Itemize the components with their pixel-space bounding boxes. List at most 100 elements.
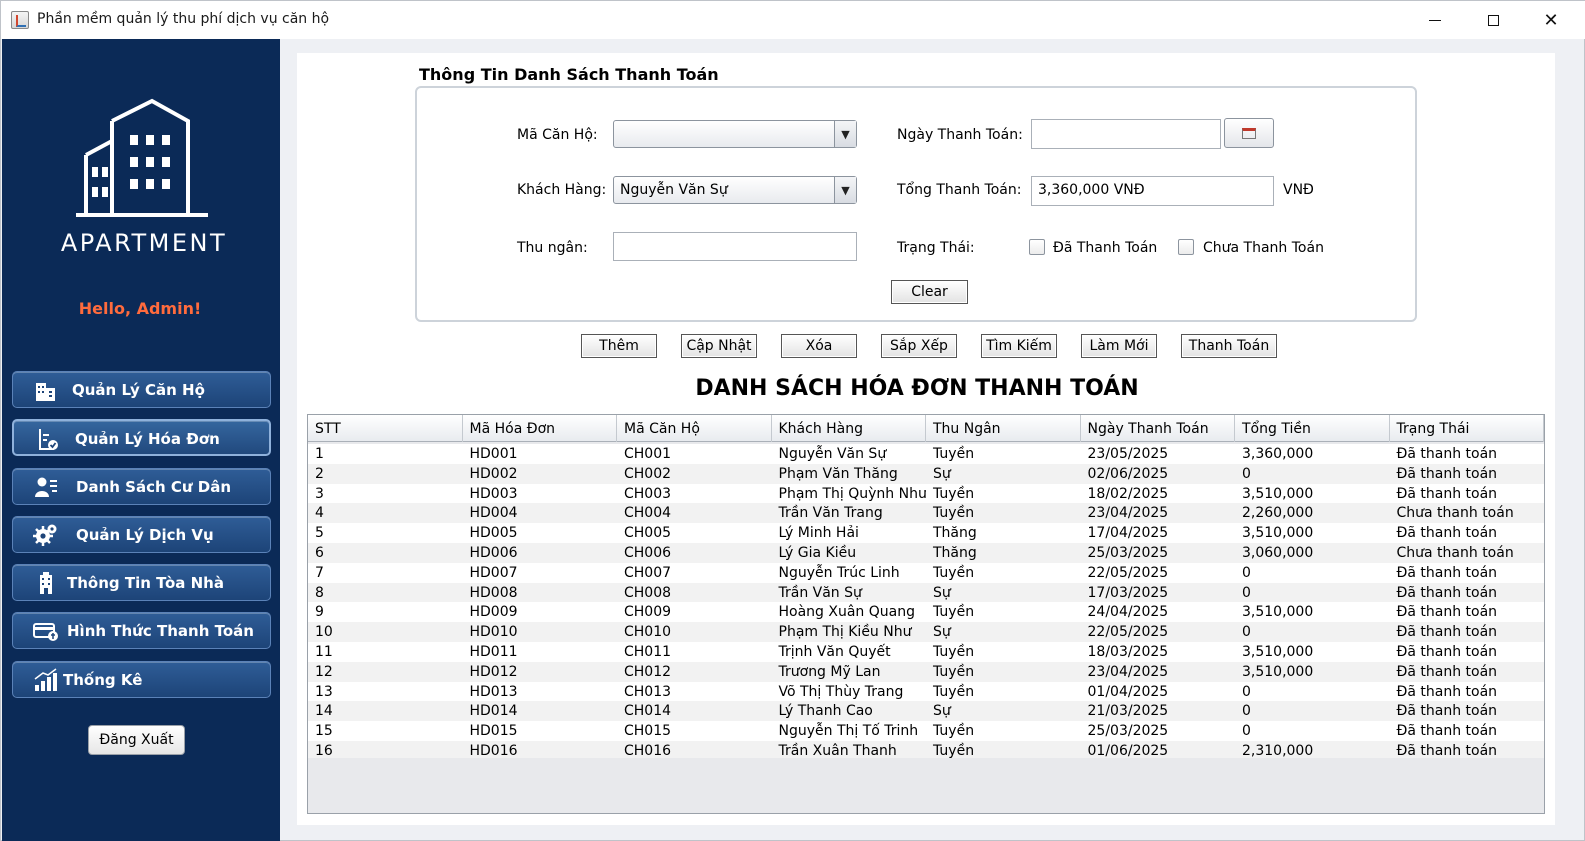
- table-cell: Tuyền: [933, 564, 975, 581]
- table-cell: HD015: [469, 723, 518, 740]
- table-row[interactable]: 12 HD012 CH012 Trương Mỹ Lan Tuyền 23/04/2025…: [308, 661, 1544, 682]
- tong-thanh-toan-input[interactable]: 3,360,000 VNĐ: [1031, 176, 1274, 206]
- ma-can-ho-combo[interactable]: ▼: [613, 120, 857, 148]
- chevron-down-icon: ▼: [834, 121, 856, 147]
- table-cell: HD007: [469, 564, 518, 581]
- table-cell: 01/06/2025: [1087, 742, 1169, 758]
- close-button[interactable]: ✕: [1527, 1, 1575, 39]
- table-cell: 8: [315, 584, 324, 601]
- table-row[interactable]: 7 HD007 CH007 Nguyễn Trúc Linh Tuyền 22/05/20…: [308, 563, 1544, 583]
- table-row[interactable]: 4 HD004 CH004 Trần Văn Trang Tuyền 23/04/2025…: [308, 503, 1544, 524]
- column-header[interactable]: Trạng Thái: [1390, 415, 1544, 442]
- column-header[interactable]: Thu Ngân: [926, 415, 1081, 442]
- thu-ngan-input[interactable]: [613, 232, 857, 261]
- java-app-icon: [11, 11, 29, 29]
- table-cell: 2,260,000: [1242, 505, 1314, 522]
- khach-hang-combo[interactable]: Nguyễn Văn Sự ▼: [613, 176, 857, 204]
- column-header[interactable]: Tổng Tiền: [1235, 415, 1390, 442]
- table-cell: 3,510,000: [1242, 643, 1314, 660]
- table-row[interactable]: 11 HD011 CH011 Trịnh Văn Quyết Tuyền 18/03/20…: [308, 642, 1544, 662]
- calendar-icon: [1242, 127, 1256, 139]
- search-button[interactable]: Tìm Kiếm: [981, 334, 1057, 358]
- table-row[interactable]: 2 HD002 CH002 Phạm Văn Thăng Sự 02/06/2025 0 Đã…: [308, 463, 1544, 484]
- sort-button[interactable]: Sắp Xếp: [881, 334, 957, 358]
- unpaid-checkbox[interactable]: [1178, 239, 1194, 255]
- nav-thong-tin-toa-nha[interactable]: Thông Tin Tòa Nhà: [12, 564, 271, 601]
- table-cell: Tuyền: [933, 663, 975, 680]
- table-cell: HD013: [469, 683, 518, 700]
- column-header[interactable]: Mã Căn Hộ: [617, 415, 772, 442]
- ngay-thanh-toan-label: Ngày Thanh Toán:: [897, 127, 1023, 143]
- table-row[interactable]: 8 HD008 CH008 Trần Văn Sự Sự 17/03/2025 0 Đã th…: [308, 582, 1544, 603]
- table-cell: HD002: [469, 465, 518, 482]
- nav-label: Quản Lý Dịch Vụ: [76, 526, 214, 544]
- table-cell: Đã thanh toán: [1396, 663, 1498, 680]
- main-panel: Thông Tin Danh Sách Thanh Toán Mã Căn Hộ…: [297, 53, 1555, 825]
- table-cell: CH011: [624, 643, 672, 660]
- column-header[interactable]: Mã Hóa Đơn: [463, 415, 617, 442]
- table-cell: Trần Văn Sự: [778, 584, 862, 601]
- calendar-button[interactable]: [1224, 118, 1274, 148]
- clear-button[interactable]: Clear: [891, 280, 968, 304]
- table-cell: 21/03/2025: [1087, 703, 1169, 720]
- table-row[interactable]: 6 HD006 CH006 Lý Gia Kiều Thăng 25/03/2025 3,0…: [308, 542, 1544, 563]
- paid-checkbox[interactable]: [1029, 239, 1045, 255]
- table-cell: Tuyền: [933, 683, 975, 700]
- nav-label: Danh Sách Cư Dân: [76, 478, 232, 496]
- add-button[interactable]: Thêm: [581, 334, 657, 358]
- table-row[interactable]: 14 HD014 CH014 Lý Thanh Cao Sự 21/03/2025 0 Đã …: [308, 701, 1544, 722]
- table-cell: Trần Xuân Thanh: [778, 742, 897, 758]
- table-cell: Trần Văn Trang: [778, 505, 883, 522]
- table-cell: Phạm Thị Quỳnh Như: [778, 485, 927, 502]
- table-row[interactable]: 10 HD010 CH010 Phạm Thị Kiều Như Sự 22/05/202…: [308, 622, 1544, 642]
- table-cell: 3: [315, 485, 324, 502]
- nav-hinh-thuc-thanh-toan[interactable]: Hình Thức Thanh Toán: [12, 612, 271, 649]
- logout-button[interactable]: Đăng Xuất: [88, 725, 185, 755]
- table-cell: 18/02/2025: [1087, 485, 1169, 502]
- nav-thong-ke[interactable]: Thống Kê: [12, 661, 271, 698]
- table-cell: HD006: [469, 544, 518, 561]
- table-cell: 02/06/2025: [1087, 465, 1169, 482]
- table-cell: 2,310,000: [1242, 742, 1314, 758]
- column-header[interactable]: STT: [308, 415, 463, 442]
- nav-quan-ly-hoa-don[interactable]: Quản Lý Hóa Đơn: [12, 419, 271, 456]
- table-cell: HD003: [469, 485, 518, 502]
- table-cell: 17/03/2025: [1087, 584, 1169, 601]
- table-cell: Đã thanh toán: [1396, 564, 1498, 581]
- table-cell: 3,510,000: [1242, 485, 1314, 502]
- table-cell: HD004: [469, 505, 518, 522]
- nav-quan-ly-can-ho[interactable]: Quản Lý Căn Hộ: [12, 371, 271, 408]
- table-row[interactable]: 13 HD013 CH013 Võ Thị Thùy Trang Tuyền 01/04/…: [308, 682, 1544, 702]
- column-header[interactable]: Ngày Thanh Toán: [1081, 415, 1235, 442]
- nav-danh-sach-cu-dan[interactable]: Danh Sách Cư Dân: [12, 468, 271, 505]
- column-header[interactable]: Khách Hàng: [772, 415, 926, 442]
- maximize-button[interactable]: [1469, 1, 1517, 39]
- sidebar: APARTMENT Hello, Admin! Quản Lý Căn Hộ Q…: [2, 39, 280, 841]
- table-cell: 14: [315, 703, 333, 720]
- table-row[interactable]: 1 HD001 CH001 Nguyễn Văn Sự Tuyền 23/05/2025 3…: [308, 444, 1544, 464]
- table-cell: Tuyền: [933, 643, 975, 660]
- update-button[interactable]: Cập Nhật: [681, 334, 757, 358]
- table-row[interactable]: 15 HD015 CH015 Nguyễn Thị Tố Trinh Tuyền 25/0…: [308, 721, 1544, 741]
- logo-text: APARTMENT: [60, 229, 228, 257]
- refresh-button[interactable]: Làm Mới: [1081, 334, 1157, 358]
- khach-hang-label: Khách Hàng:: [517, 182, 607, 198]
- minimize-button[interactable]: [1411, 1, 1459, 39]
- ngay-thanh-toan-input[interactable]: [1031, 119, 1221, 149]
- table-cell: Lý Thanh Cao: [778, 703, 873, 720]
- table-row[interactable]: 9 HD009 CH009 Hoàng Xuân Quang Tuyền 24/04/20…: [308, 602, 1544, 622]
- table-row[interactable]: 5 HD005 CH005 Lý Minh Hải Thăng 17/04/2025 3,5…: [308, 523, 1544, 543]
- table-cell: CH014: [624, 703, 672, 720]
- delete-button[interactable]: Xóa: [781, 334, 857, 358]
- table-row[interactable]: 3 HD003 CH003 Phạm Thị Quỳnh Như Tuyền 18/02/…: [308, 484, 1544, 504]
- khach-hang-value: Nguyễn Văn Sự: [620, 182, 728, 198]
- nav-label: Quản Lý Hóa Đơn: [75, 430, 220, 448]
- app-window: Phần mềm quản lý thu phí dịch vụ căn hộ …: [0, 0, 1585, 841]
- nav-quan-ly-dich-vu[interactable]: Quản Lý Dịch Vụ: [12, 516, 271, 553]
- table-cell: Trương Mỹ Lan: [778, 663, 881, 680]
- greeting-text: Hello, Admin!: [78, 299, 202, 318]
- table-row[interactable]: 16 HD016 CH016 Trần Xuân Thanh Tuyền 01/06/20…: [308, 740, 1544, 758]
- table-cell: 0: [1242, 683, 1251, 700]
- table-cell: 4: [315, 505, 324, 522]
- pay-button[interactable]: Thanh Toán: [1181, 334, 1277, 358]
